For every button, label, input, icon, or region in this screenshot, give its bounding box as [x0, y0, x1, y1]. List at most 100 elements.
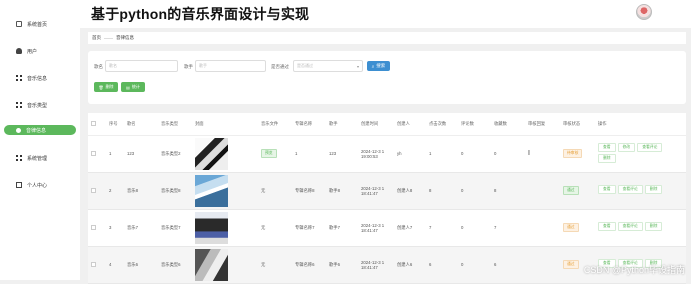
cell-status: 通过 — [560, 209, 595, 246]
sidebar-item-music-info[interactable]: 音乐信息 — [4, 72, 76, 84]
table-header: 操作 — [595, 113, 686, 135]
row-checkbox[interactable] — [88, 246, 106, 283]
cell-ops: 查看修改查看评论 删除 — [595, 135, 686, 172]
cell-favorites: 8 — [491, 172, 525, 209]
cell-clicks: 1 — [426, 135, 458, 172]
cell-creator: 创建人8 — [394, 172, 426, 209]
sidebar-item-home[interactable]: 系统首页 — [4, 18, 76, 30]
sidebar-item-melody-info[interactable]: 音律信息 — [4, 125, 76, 135]
table-header: 创建时间 — [358, 113, 394, 135]
table-header: 歌手 — [326, 113, 358, 135]
stats-button[interactable]: ▤统计 — [121, 82, 145, 92]
cell-type: 音乐类型8 — [158, 172, 192, 209]
preview-link[interactable]: 预览 — [261, 149, 277, 158]
cell-ops: 查看查看评论删除 — [595, 209, 686, 246]
status-badge: 通过 — [563, 260, 579, 269]
approved-label: 是否通过 — [271, 64, 289, 70]
song-name-label: 歌名 — [94, 64, 103, 70]
table-header-row: 序号 歌名 音乐类型 封面 音乐文件 专辑名称 歌手 创建时间 创建人 点击次数… — [88, 113, 686, 135]
avatar[interactable] — [636, 4, 652, 20]
cell-creator: 创建人6 — [394, 246, 426, 283]
row-checkbox[interactable] — [88, 209, 106, 246]
cell-time: 2024-12-3 1 18:41:47 — [358, 209, 394, 246]
cell-favorites: 6 — [491, 246, 525, 283]
sidebar-item-music-type[interactable]: 音乐类型 — [4, 99, 76, 111]
table-header: 创建人 — [394, 113, 426, 135]
delete-button[interactable]: 🗑删除 — [94, 82, 118, 92]
status-badge: 待审核 — [563, 149, 582, 158]
watermark: CSDN @Python毕设指南 — [584, 263, 685, 276]
view-button[interactable]: 查看 — [598, 222, 616, 231]
home-icon — [16, 21, 22, 27]
cell-album: 专辑名称7 — [292, 209, 326, 246]
cell-cover — [192, 209, 258, 246]
search-icon: ⌕ — [372, 64, 375, 69]
table-row: 2 音乐8 音乐类型8 无 专辑名称8 歌手8 2024-12-3 1 18:4… — [88, 172, 686, 209]
view-comments-button[interactable]: 查看评论 — [618, 222, 643, 231]
cell-creator: yh — [394, 135, 426, 172]
view-button[interactable]: 查看 — [598, 185, 616, 194]
table-header: 评论数 — [458, 113, 491, 135]
chart-icon: ▤ — [126, 85, 130, 90]
cell-time: 2024-12-3 1 19:00:53 — [358, 135, 394, 172]
cell-reply — [525, 246, 560, 283]
view-comments-button[interactable]: 查看评论 — [618, 185, 643, 194]
cell-album: 专辑名称6 — [292, 246, 326, 283]
table-header: 审核状态 — [560, 113, 595, 135]
grid-icon — [16, 155, 22, 161]
sidebar: 系统首页 用户 音乐信息 音乐类型 音律信息 系统管理 个人中心 — [0, 0, 80, 280]
cell-cover — [192, 172, 258, 209]
cell-status: 待审核 — [560, 135, 595, 172]
cell-ops: 查看查看评论删除 — [595, 172, 686, 209]
cell-reply: I — [525, 135, 560, 172]
table-row: 1 123 音乐类型2 预览 1 123 2024-12-3 1 19:00:5… — [88, 135, 686, 172]
breadcrumb-current: 音律信息 — [116, 35, 134, 41]
cell-name: 123 — [124, 135, 158, 172]
cover-image[interactable] — [195, 175, 228, 207]
cell-index: 2 — [106, 172, 124, 209]
cell-cover — [192, 246, 258, 283]
delete-row-button[interactable]: 删除 — [645, 222, 663, 231]
status-badge: 通过 — [563, 186, 579, 195]
user-icon — [16, 48, 22, 54]
breadcrumb: 首页 —— 音律信息 — [88, 32, 686, 44]
row-checkbox[interactable] — [88, 172, 106, 209]
text-cursor-icon: I — [528, 150, 530, 157]
cell-favorites: 0 — [491, 135, 525, 172]
cell-index: 3 — [106, 209, 124, 246]
cell-file: 无 — [258, 172, 292, 209]
cell-singer: 123 — [326, 135, 358, 172]
cell-clicks: 6 — [426, 246, 458, 283]
edit-button[interactable]: 修改 — [618, 143, 636, 152]
sidebar-item-user[interactable]: 用户 — [4, 45, 76, 57]
cell-type: 音乐类型6 — [158, 246, 192, 283]
cell-comments: 0 — [458, 172, 491, 209]
approved-select[interactable]: 是否通过▾ — [293, 60, 363, 72]
sidebar-item-profile[interactable]: 个人中心 — [4, 179, 76, 191]
delete-row-button[interactable]: 删除 — [598, 154, 616, 163]
cover-image[interactable] — [195, 249, 228, 281]
cell-comments: 0 — [458, 209, 491, 246]
select-all-checkbox[interactable] — [88, 113, 106, 135]
cell-album: 1 — [292, 135, 326, 172]
row-checkbox[interactable] — [88, 135, 106, 172]
cell-index: 1 — [106, 135, 124, 172]
cell-file: 无 — [258, 246, 292, 283]
cell-type: 音乐类型2 — [158, 135, 192, 172]
table-header: 专辑名称 — [292, 113, 326, 135]
cover-image[interactable] — [195, 212, 228, 244]
sidebar-item-system[interactable]: 系统管理 — [4, 152, 76, 164]
view-button[interactable]: 查看 — [598, 143, 616, 152]
song-name-input[interactable]: 歌名 — [105, 60, 178, 72]
top-bar: 基于python的音乐界面设计与实现 — [0, 0, 691, 28]
cell-name: 音乐7 — [124, 209, 158, 246]
cell-cover — [192, 135, 258, 172]
search-button[interactable]: ⌕搜索 — [367, 61, 390, 71]
view-comments-button[interactable]: 查看评论 — [637, 143, 662, 152]
cover-image[interactable] — [195, 138, 228, 170]
trash-icon: 🗑 — [98, 85, 103, 90]
singer-input[interactable]: 歌手 — [195, 60, 266, 72]
sidebar-item-label: 音律信息 — [26, 127, 46, 134]
breadcrumb-home[interactable]: 首页 — [92, 35, 101, 41]
delete-row-button[interactable]: 删除 — [645, 185, 663, 194]
